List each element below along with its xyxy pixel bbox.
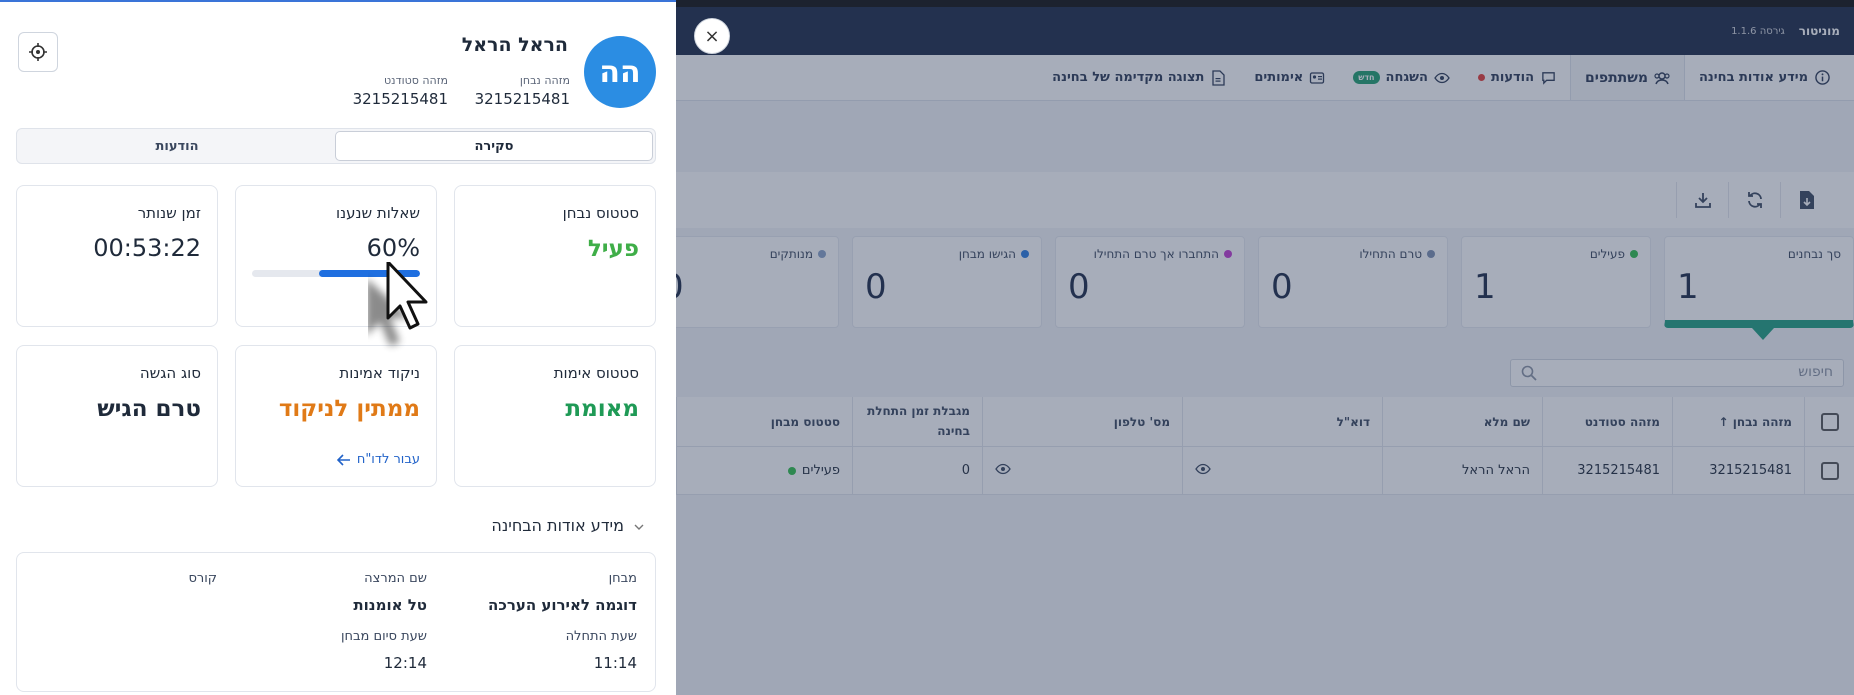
card-title: ניקוד אמינות xyxy=(339,364,420,382)
info-value: טל אומנות xyxy=(353,596,427,614)
info-label: מבחן xyxy=(608,571,637,586)
panel-segment-control: סקירה הודעות xyxy=(16,128,656,164)
examinee-id-value: 3215215481 xyxy=(474,90,570,108)
info-value: דוגמה לאירוע הערכה xyxy=(488,596,637,614)
card-value: 00:53:22 xyxy=(93,234,201,262)
locate-button[interactable] xyxy=(18,32,58,72)
card-integrity-score: ניקוד אמינות ממתין לניקוד עבור לדו"ח xyxy=(235,345,437,487)
card-title: סטטוס אימות xyxy=(553,364,639,382)
section-title: מידע אודות הבחינה xyxy=(491,516,624,535)
examinee-id-label: מזהה נבחן xyxy=(519,74,570,87)
exam-info-section-toggle[interactable]: מידע אודות הבחינה xyxy=(491,516,644,535)
close-panel-button[interactable]: × xyxy=(694,18,730,54)
info-label: שם המרצה xyxy=(364,571,427,586)
card-title: סוג הגשה xyxy=(139,364,201,382)
examinee-name: הראל הראל xyxy=(461,34,568,56)
info-exam: מבחן דוגמה לאירוע הערכה xyxy=(488,571,637,614)
card-value: 60% xyxy=(366,234,420,262)
card-value: ממתין לניקוד xyxy=(278,396,420,422)
info-label: שעת סיום מבחן xyxy=(340,629,427,644)
card-title: סטטוס נבחן xyxy=(562,204,639,222)
card-auth-status: סטטוס אימות מאומת xyxy=(454,345,656,487)
info-course: קורס xyxy=(188,571,217,586)
crosshair-icon xyxy=(29,43,47,61)
card-submit-type: סוג הגשה טרם הגיש xyxy=(16,345,218,487)
card-title: שאלות שנענו xyxy=(335,204,420,222)
go-to-report-link[interactable]: עבור לדו"ח xyxy=(252,452,420,467)
examinee-detail-panel: הה הראל הראל מזהה נבחן 3215215481 מזהה ס… xyxy=(0,0,676,695)
info-value: 12:14 xyxy=(383,654,427,672)
info-lecturer: שם המרצה טל אומנות xyxy=(353,571,427,614)
chevron-down-icon xyxy=(634,516,644,535)
student-id-label: מזהה סטודנט xyxy=(384,74,448,87)
card-value: טרם הגיש xyxy=(97,396,201,422)
card-time-left: זמן שנותר 00:53:22 xyxy=(16,185,218,327)
segment-overview[interactable]: סקירה xyxy=(335,131,653,161)
exam-info-box: מבחן דוגמה לאירוע הערכה שם המרצה טל אומנ… xyxy=(16,552,656,692)
modal-backdrop[interactable] xyxy=(676,0,1854,695)
student-id-value: 3215215481 xyxy=(352,90,448,108)
card-examinee-status: סטטוס נבחן פעיל xyxy=(454,185,656,327)
avatar: הה xyxy=(584,36,656,108)
segment-messages[interactable]: הודעות xyxy=(19,131,335,161)
student-id-block: מזהה סטודנט 3215215481 xyxy=(353,74,448,108)
info-start-time: שעת התחלה 11:14 xyxy=(566,629,637,672)
info-label: שעת התחלה xyxy=(565,629,637,644)
card-value: מאומת xyxy=(565,396,639,422)
mouse-cursor-icon xyxy=(366,260,432,362)
arrow-left-icon xyxy=(336,453,350,466)
info-label: קורס xyxy=(188,571,217,586)
info-end-time: שעת סיום מבחן 12:14 xyxy=(341,629,427,672)
examinee-id-block: מזהה נבחן 3215215481 xyxy=(475,74,570,108)
info-value: 11:14 xyxy=(593,654,637,672)
card-value: פעיל xyxy=(587,236,639,262)
card-title: זמן שנותר xyxy=(137,204,201,222)
